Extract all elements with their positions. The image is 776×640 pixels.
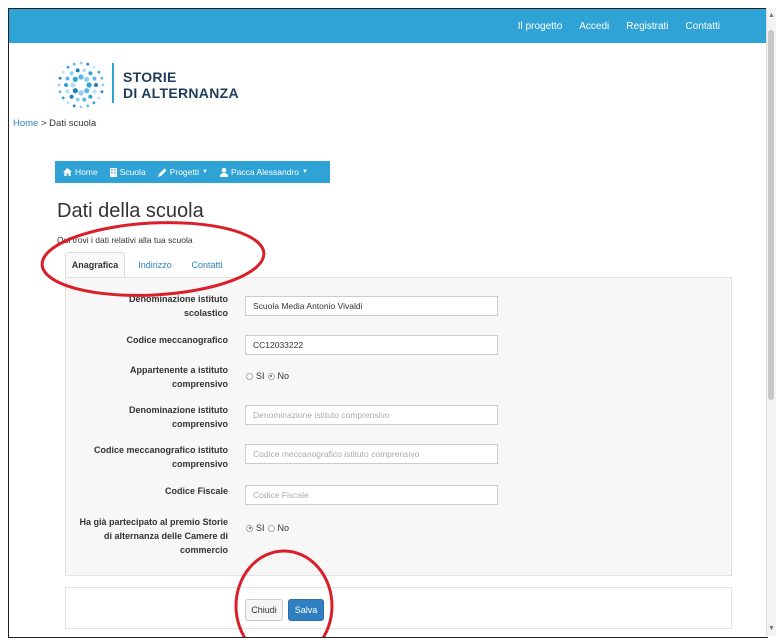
- logo-text-line1: STORIE: [123, 69, 177, 85]
- breadcrumb: Home > Dati scuola: [13, 118, 96, 129]
- label-premio: Ha già partecipato al premio Storie di a…: [79, 517, 228, 555]
- premio-si-radio[interactable]: [246, 524, 253, 532]
- menu-user[interactable]: Pacca Alessandro ▼: [219, 167, 308, 177]
- menu-home[interactable]: Home: [63, 167, 98, 177]
- appartenente-no-radio[interactable]: [267, 372, 275, 380]
- premio-no-radio[interactable]: [267, 524, 275, 532]
- appartenente-si-radio[interactable]: [246, 372, 253, 380]
- tab-anagrafica[interactable]: Anagrafica: [65, 252, 125, 278]
- codice-fiscale-field[interactable]: Codice Fiscale: [245, 485, 498, 505]
- menu-user-label: Pacca Alessandro: [230, 167, 299, 177]
- nav-contatti[interactable]: Contatti: [686, 21, 720, 32]
- nav-registrati[interactable]: Registrati: [626, 21, 668, 32]
- site-logo[interactable]: STORIE DI ALTERNANZA: [53, 57, 253, 113]
- premio-no-label: No: [277, 523, 290, 533]
- label-codice-fiscale: Codice Fiscale: [164, 486, 228, 496]
- scroll-up-icon[interactable]: ▲: [768, 12, 775, 19]
- label-denominazione: Denominazione istituto scolastico: [129, 294, 228, 318]
- breadcrumb-separator: >: [38, 118, 50, 129]
- appartenente-si-label: SI: [256, 371, 265, 381]
- appartenente-radio-group: SI No: [246, 371, 289, 381]
- den-comprensivo-field[interactable]: Denominazione istituto comprensivo: [245, 405, 498, 425]
- menu-scuola[interactable]: Scuola: [109, 167, 146, 177]
- label-codice-meccanografico: Codice meccanografico: [126, 335, 228, 345]
- codice-meccanografico-field[interactable]: CC12033222: [245, 335, 498, 355]
- user-icon: [219, 167, 228, 177]
- home-icon: [63, 168, 72, 176]
- logo-divider: [112, 63, 114, 103]
- chevron-down-icon: ▼: [201, 169, 208, 175]
- salva-button[interactable]: Salva: [288, 599, 324, 621]
- menu-progetti[interactable]: Progetti ▼: [157, 167, 208, 177]
- menu-scuola-label: Scuola: [119, 167, 146, 177]
- browser-page: Il progetto Accedi Registrati Contatti S…: [8, 8, 768, 638]
- top-navbar: Il progetto Accedi Registrati Contatti: [9, 9, 768, 43]
- top-nav-links: Il progetto Accedi Registrati Contatti: [518, 9, 720, 43]
- form-footer: [65, 587, 732, 629]
- label-appartenente: Appartenente a istituto comprensivo: [129, 365, 228, 389]
- label-cod-comprensivo: Codice meccanografico istituto comprensi…: [93, 445, 228, 469]
- page-title: Dati della scuola: [57, 200, 204, 222]
- chevron-down-icon: ▼: [301, 169, 308, 175]
- page-scrollbar[interactable]: ▲ ▼: [766, 8, 776, 636]
- premio-radio-group: SI No: [246, 523, 289, 533]
- appartenente-no-label: No: [277, 371, 290, 381]
- nav-il-progetto[interactable]: Il progetto: [518, 21, 562, 32]
- menu-home-label: Home: [75, 167, 98, 177]
- form-tabs: Anagrafica Indirizzo Contatti: [57, 252, 732, 278]
- nav-accedi[interactable]: Accedi: [579, 21, 609, 32]
- menu-progetti-label: Progetti: [169, 167, 199, 177]
- main-menu: Home Scuola Progetti ▼ Pacca Alessandro …: [55, 161, 330, 183]
- label-den-comprensivo: Denominazione istituto comprensivo: [129, 405, 228, 429]
- cod-comprensivo-field[interactable]: Codice meccanografico istituto comprensi…: [245, 444, 498, 464]
- breadcrumb-home[interactable]: Home: [13, 118, 38, 129]
- page-subtitle: Qui trovi i dati relativi alla tua scuol…: [57, 235, 193, 245]
- breadcrumb-current: Dati scuola: [49, 118, 97, 129]
- scrollbar-thumb[interactable]: [768, 30, 774, 400]
- premio-si-label: SI: [256, 523, 265, 533]
- tab-indirizzo[interactable]: Indirizzo: [131, 252, 179, 278]
- building-icon: [109, 167, 117, 177]
- logo-text-line2: DI ALTERNANZA: [123, 85, 239, 101]
- chiudi-button[interactable]: Chiudi: [245, 599, 283, 621]
- logo-dots-icon: [57, 61, 105, 109]
- tab-contatti[interactable]: Contatti: [183, 252, 231, 278]
- pencil-icon: [157, 168, 167, 177]
- denominazione-field[interactable]: Scuola Media Antonio Vivaldi: [245, 296, 498, 316]
- scroll-down-icon[interactable]: ▼: [768, 625, 775, 632]
